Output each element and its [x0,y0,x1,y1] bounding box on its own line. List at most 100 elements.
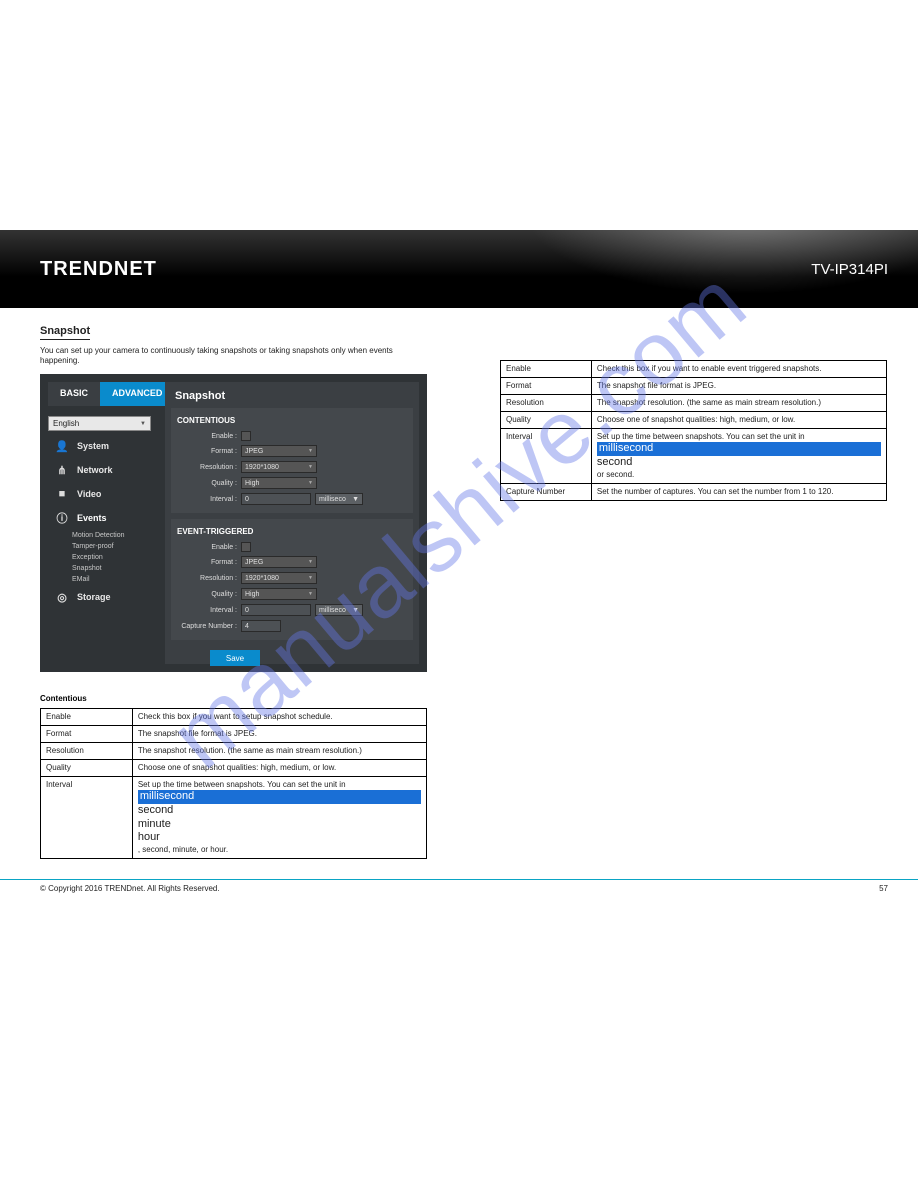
option: hour [138,831,421,845]
value: 1920*1080 [245,575,279,582]
value: JPEG [245,448,263,455]
sidebar-sub-motion[interactable]: Motion Detection [48,530,158,541]
text: , second, minute, or hour. [138,845,228,854]
label: Format [177,559,237,566]
sidebar-label: Storage [77,592,111,602]
table-row: ResolutionThe snapshot resolution. (the … [501,395,887,412]
cell-value: Check this box if you want to enable eve… [591,361,886,378]
tab-basic[interactable]: BASIC [48,382,100,406]
cell-value: The snapshot resolution. (the same as ma… [132,743,426,760]
section-description: You can set up your camera to continuous… [40,346,420,367]
spec-table-contentious: EnableCheck this box if you want to setu… [40,708,427,859]
value: JPEG [245,559,263,566]
value: High [245,480,259,487]
sidebar-label: Events [77,513,107,523]
cell-key: Format [41,726,133,743]
chevron-down-icon: ▼ [308,591,313,597]
sidebar-item-network[interactable]: ⋔ Network [48,458,158,482]
cell-value: The snapshot file format is JPEG. [591,378,886,395]
cell-key: Enable [501,361,592,378]
option: minute [138,818,421,832]
quality-select[interactable]: High ▼ [241,588,317,600]
sidebar-sub-snapshot[interactable]: Snapshot [48,563,158,574]
label: Quality [177,480,237,487]
cell-value: Set up the time between snapshots. You c… [591,429,886,484]
sidebar-label: Network [77,465,113,475]
cell-key: Quality [501,412,592,429]
sidebar-item-events[interactable]: ⓘ Events [48,506,158,530]
table-row: QualityChoose one of snapshot qualities:… [41,760,427,777]
tab-bar: BASIC ADVANCED [48,382,174,406]
panel-title: Snapshot [165,382,419,408]
resolution-select[interactable]: 1920*1080▼ [241,572,317,584]
save-button[interactable]: Save [210,650,260,666]
cell-value: The snapshot resolution. (the same as ma… [591,395,886,412]
sidebar-item-storage[interactable]: ◎ Storage [48,585,158,609]
camera-icon: ■ [54,487,70,501]
chevron-down-icon: ▼ [308,448,313,454]
sidebar-sub-email[interactable]: EMail [48,574,158,585]
value: milliseco [319,607,346,614]
enable-checkbox[interactable] [241,542,251,552]
cell-key: Quality [41,760,133,777]
chevron-down-icon: ▼ [352,496,359,503]
format-select[interactable]: JPEG▼ [241,556,317,568]
cell-key: Interval [501,429,592,484]
cell-key: Interval [41,777,133,859]
table-row: Interval Set up the time between snapsho… [501,429,887,484]
table-heading-contentious: Contentious [40,694,87,703]
table-row: FormatThe snapshot file format is JPEG. [501,378,887,395]
capture-number-input[interactable]: 4 [241,620,281,632]
sidebar-label: Video [77,489,101,499]
cell-key: Enable [41,709,133,726]
language-select[interactable]: English ▼ [48,416,151,431]
interval-input[interactable]: 0 [241,493,311,505]
tab-advanced[interactable]: ADVANCED [100,382,174,406]
sidebar-sub-tamper[interactable]: Tamper-proof [48,541,158,552]
resolution-select[interactable]: 1920*1080▼ [241,461,317,473]
cell-value: Choose one of snapshot qualities: high, … [591,412,886,429]
storage-icon: ◎ [54,590,70,604]
chevron-down-icon: ▼ [140,421,146,427]
table-row: EnableCheck this box if you want to setu… [41,709,427,726]
cell-key: Format [501,378,592,395]
table-row: EnableCheck this box if you want to enab… [501,361,887,378]
cell-value: The snapshot file format is JPEG. [132,726,426,743]
quality-select[interactable]: High ▼ [241,477,317,489]
label: Resolution [177,575,237,582]
format-select[interactable]: JPEG ▼ [241,445,317,457]
model-number: TV-IP314PI [811,261,888,278]
sidebar-sub-exception[interactable]: Exception [48,552,158,563]
sidebar-item-system[interactable]: 👤 System [48,434,158,458]
cell-value: Check this box if you want to setup snap… [132,709,426,726]
table-row: FormatThe snapshot file format is JPEG. [41,726,427,743]
option-highlighted: millisecond [597,442,881,456]
interval-input[interactable]: 0 [241,604,311,616]
label: Format [177,448,237,455]
brand: TRENDNET [40,258,157,281]
copyright: © Copyright 2016 TRENDnet. All Rights Re… [40,884,220,893]
group-title: EVENT-TRIGGERED [171,523,413,540]
value: High [245,591,259,598]
interval-unit-select[interactable]: milliseco▼ [315,493,363,505]
group-title: CONTENTIOUS [171,412,413,429]
section-title: Snapshot [40,325,90,340]
settings-panel: Snapshot CONTENTIOUS Enable Format JPEG ▼… [165,382,419,664]
label: Quality [177,591,237,598]
row-interval: Interval 0 milliseco▼ [171,602,413,618]
cell-key: Capture Number [501,483,592,500]
label: Enable [177,544,237,551]
label: Capture Number [177,623,237,630]
sidebar-item-video[interactable]: ■ Video [48,482,158,506]
enable-checkbox[interactable] [241,431,251,441]
page-number: 57 [879,884,888,893]
interval-unit-select[interactable]: milliseco▼ [315,604,363,616]
text: Set up the time between snapshots. You c… [138,780,346,789]
sidebar: 👤 System ⋔ Network ■ Video ⓘ Events Moti… [48,434,158,609]
row-quality: Quality High ▼ [171,475,413,491]
chevron-down-icon: ▼ [308,480,313,486]
chevron-down-icon: ▼ [308,464,313,470]
row-format: Format JPEG ▼ [171,443,413,459]
alert-icon: ⓘ [54,511,70,525]
option-highlighted: millisecond [138,790,421,804]
